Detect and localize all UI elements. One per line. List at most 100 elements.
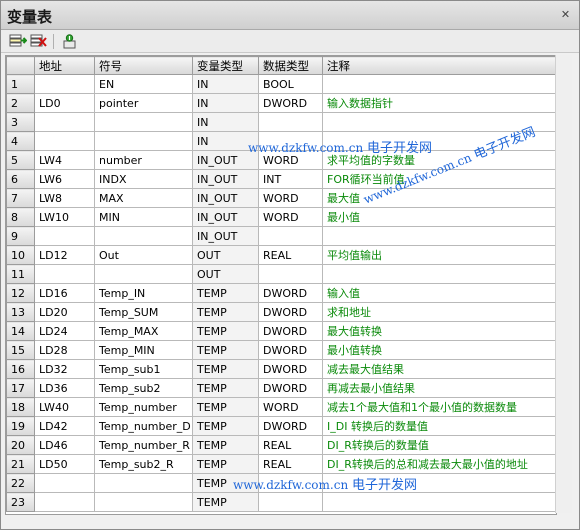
symbol-cell[interactable]: Temp_sub2 (94, 378, 193, 398)
table-row[interactable]: 4 IN (6, 131, 557, 151)
data-type-cell[interactable] (258, 264, 323, 284)
symbol-cell[interactable] (94, 131, 193, 151)
var-type-cell[interactable]: IN_OUT (192, 207, 259, 227)
address-cell[interactable]: LW8 (34, 188, 95, 208)
symbol-cell[interactable]: EN (94, 74, 193, 94)
var-type-cell[interactable]: IN_OUT (192, 150, 259, 170)
symbol-cell[interactable] (94, 264, 193, 284)
address-cell[interactable]: LD28 (34, 340, 95, 360)
comment-cell[interactable]: I_DI 转换后的数量值 (322, 416, 557, 436)
var-type-cell[interactable]: TEMP (192, 492, 259, 512)
row-number[interactable]: 10 (6, 245, 35, 265)
data-type-cell[interactable]: DWORD (258, 378, 323, 398)
var-type-cell[interactable]: TEMP (192, 283, 259, 303)
data-type-cell[interactable]: WORD (258, 207, 323, 227)
symbol-cell[interactable] (94, 112, 193, 132)
symbol-cell[interactable]: Temp_number (94, 397, 193, 417)
address-cell[interactable]: LD50 (34, 454, 95, 474)
symbol-cell[interactable]: Temp_IN (94, 283, 193, 303)
data-type-cell[interactable] (258, 492, 323, 512)
comment-cell[interactable]: 减去1个最大值和1个最小值的数据数量 (322, 397, 557, 417)
data-type-cell[interactable]: DWORD (258, 302, 323, 322)
var-type-cell[interactable]: TEMP (192, 378, 259, 398)
data-type-cell[interactable] (258, 473, 323, 493)
var-type-cell[interactable]: TEMP (192, 321, 259, 341)
comment-cell[interactable] (322, 131, 557, 151)
row-number[interactable]: 18 (6, 397, 35, 417)
address-cell[interactable] (34, 112, 95, 132)
address-cell[interactable] (34, 492, 95, 512)
table-row[interactable]: 20 LD46 Temp_number_R TEMP REAL DI_R转换后的数量值 (6, 435, 557, 455)
comment-cell[interactable] (322, 112, 557, 132)
comment-cell[interactable]: 输入值 (322, 283, 557, 303)
symbol-cell[interactable] (94, 473, 193, 493)
table-row[interactable]: 5 LW4 number IN_OUT WORD 求平均值的字数量 (6, 150, 557, 170)
data-type-cell[interactable]: REAL (258, 454, 323, 474)
header-row-number[interactable] (6, 56, 35, 75)
address-cell[interactable]: LW10 (34, 207, 95, 227)
data-type-cell[interactable]: DWORD (258, 340, 323, 360)
data-type-cell[interactable]: DWORD (258, 283, 323, 303)
comment-cell[interactable]: DI_R转换后的总和减去最大最小值的地址 (322, 454, 557, 474)
data-type-cell[interactable] (258, 131, 323, 151)
symbol-cell[interactable]: pointer (94, 93, 193, 113)
table-row[interactable]: 7 LW8 MAX IN_OUT WORD 最大值 (6, 188, 557, 208)
address-cell[interactable] (34, 74, 95, 94)
row-number[interactable]: 1 (6, 74, 35, 94)
symbol-cell[interactable]: Temp_sub1 (94, 359, 193, 379)
header-address[interactable]: 地址 (34, 56, 95, 75)
comment-cell[interactable]: 最小值 (322, 207, 557, 227)
data-type-cell[interactable]: INT (258, 169, 323, 189)
row-number[interactable]: 7 (6, 188, 35, 208)
table-row[interactable]: 8 LW10 MIN IN_OUT WORD 最小值 (6, 207, 557, 227)
address-cell[interactable]: LD46 (34, 435, 95, 455)
address-cell[interactable]: LD32 (34, 359, 95, 379)
data-type-cell[interactable]: DWORD (258, 416, 323, 436)
header-data-type[interactable]: 数据类型 (258, 56, 323, 75)
address-cell[interactable] (34, 473, 95, 493)
comment-cell[interactable]: 最大值转换 (322, 321, 557, 341)
table-row[interactable]: 14 LD24 Temp_MAX TEMP DWORD 最大值转换 (6, 321, 557, 341)
data-type-cell[interactable]: BOOL (258, 74, 323, 94)
row-number[interactable]: 3 (6, 112, 35, 132)
row-number[interactable]: 15 (6, 340, 35, 360)
symbol-cell[interactable]: number (94, 150, 193, 170)
comment-cell[interactable]: 再减去最小值结果 (322, 378, 557, 398)
table-row[interactable]: 18 LW40 Temp_number TEMP WORD 减去1个最大值和1个最小值的数… (6, 397, 557, 417)
row-number[interactable]: 20 (6, 435, 35, 455)
symbol-cell[interactable]: Temp_number_R (94, 435, 193, 455)
comment-cell[interactable] (322, 226, 557, 246)
row-number[interactable]: 11 (6, 264, 35, 284)
data-type-cell[interactable]: DWORD (258, 93, 323, 113)
data-type-cell[interactable]: WORD (258, 188, 323, 208)
table-row[interactable]: 23 TEMP (6, 492, 557, 512)
data-type-cell[interactable]: REAL (258, 245, 323, 265)
table-row[interactable]: 2 LD0 pointer IN DWORD 输入数据指针 (6, 93, 557, 113)
table-row[interactable]: 19 LD42 Temp_number_D TEMP DWORD I_DI 转换后的数量值 (6, 416, 557, 436)
row-number[interactable]: 14 (6, 321, 35, 341)
address-cell[interactable] (34, 226, 95, 246)
data-type-cell[interactable]: DWORD (258, 321, 323, 341)
address-cell[interactable] (34, 131, 95, 151)
address-cell[interactable]: LD42 (34, 416, 95, 436)
address-cell[interactable]: LD0 (34, 93, 95, 113)
comment-cell[interactable]: 平均值输出 (322, 245, 557, 265)
symbol-cell[interactable]: Temp_MIN (94, 340, 193, 360)
var-type-cell[interactable]: IN_OUT (192, 169, 259, 189)
data-type-cell[interactable]: WORD (258, 397, 323, 417)
var-type-cell[interactable]: TEMP (192, 359, 259, 379)
comment-cell[interactable]: 最小值转换 (322, 340, 557, 360)
var-type-cell[interactable]: IN_OUT (192, 226, 259, 246)
var-type-cell[interactable]: TEMP (192, 473, 259, 493)
var-type-cell[interactable]: TEMP (192, 340, 259, 360)
row-number[interactable]: 12 (6, 283, 35, 303)
var-type-cell[interactable]: TEMP (192, 435, 259, 455)
header-comment[interactable]: 注释 (322, 56, 557, 75)
symbol-cell[interactable] (94, 226, 193, 246)
header-var-type[interactable]: 变量类型 (192, 56, 259, 75)
row-number[interactable]: 19 (6, 416, 35, 436)
address-cell[interactable]: LD12 (34, 245, 95, 265)
table-row[interactable]: 11 OUT (6, 264, 557, 284)
table-row[interactable]: 10 LD12 Out OUT REAL 平均值输出 (6, 245, 557, 265)
data-type-cell[interactable] (258, 112, 323, 132)
